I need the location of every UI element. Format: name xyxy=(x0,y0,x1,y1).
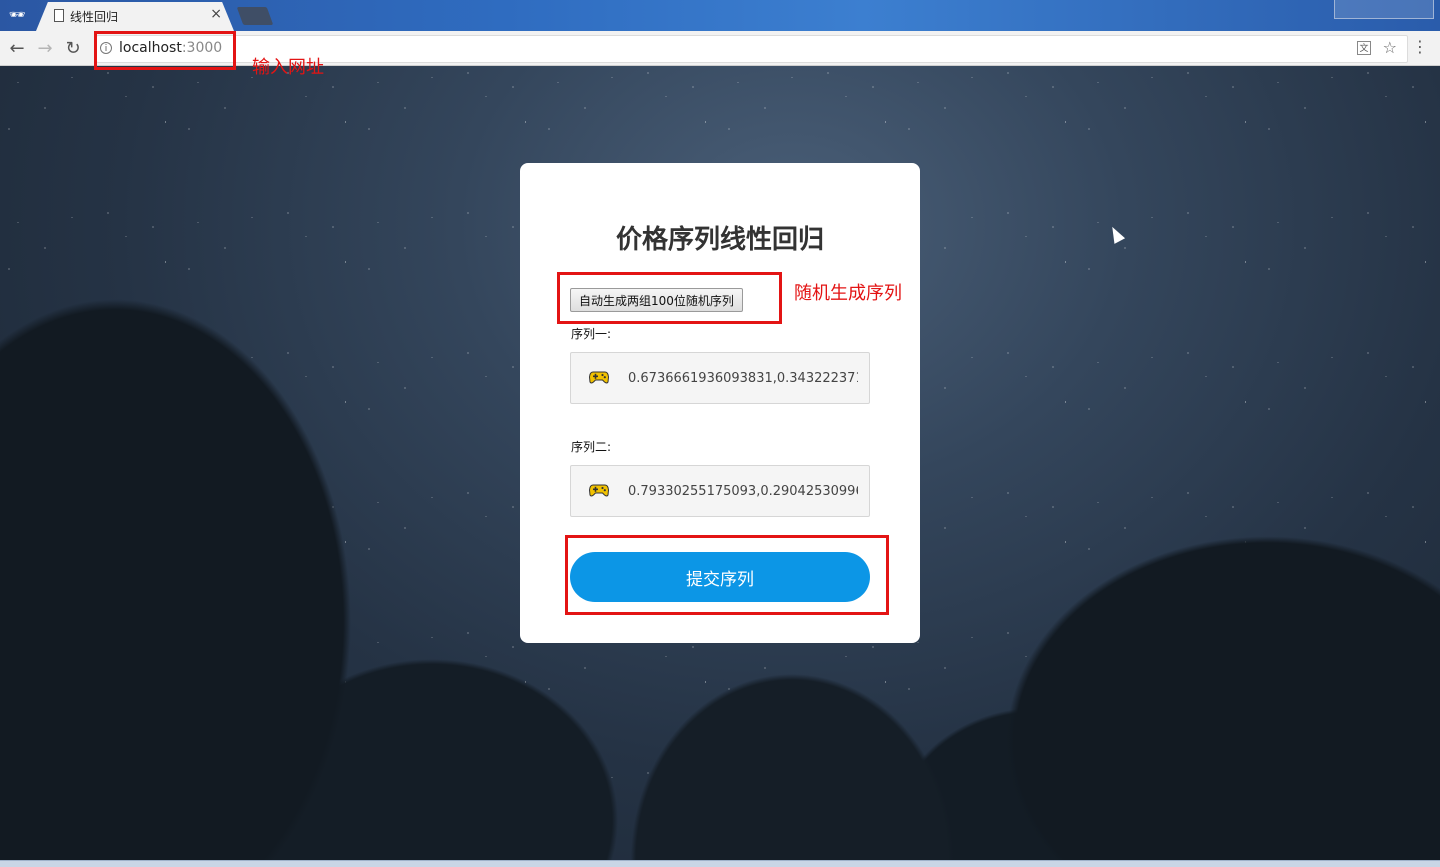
sequence1-field[interactable] xyxy=(570,352,870,404)
generate-highlight-box xyxy=(557,272,782,324)
forward-icon[interactable]: → xyxy=(34,37,56,59)
bookmark-star-icon[interactable]: ☆ xyxy=(1383,38,1397,57)
page-title: 价格序列线性回归 xyxy=(615,225,824,255)
gamepad-icon xyxy=(589,371,609,384)
tab-title: 线性回归 xyxy=(70,10,119,24)
incognito-icon: 🕶 xyxy=(8,7,26,23)
page-icon xyxy=(54,9,64,22)
url-annotation: 输入网址 xyxy=(252,57,324,78)
tab-strip: 🕶 线性回归 × xyxy=(0,0,1440,31)
translate-icon[interactable]: 文 xyxy=(1357,41,1371,55)
browser-menu-icon[interactable]: ⋮ xyxy=(1412,39,1428,55)
sequence2-field[interactable] xyxy=(570,465,870,517)
close-tab-icon[interactable]: × xyxy=(210,6,222,22)
sequence1-label: 序列一: xyxy=(571,327,612,341)
window-controls[interactable] xyxy=(1334,0,1434,19)
submit-highlight-box xyxy=(565,535,889,615)
back-icon[interactable]: ← xyxy=(6,37,28,59)
reload-icon[interactable]: ↻ xyxy=(62,37,84,59)
sequence2-label: 序列二: xyxy=(571,440,612,454)
sequence2-input[interactable] xyxy=(628,480,858,502)
new-tab-button[interactable] xyxy=(236,7,274,25)
generate-annotation: 随机生成序列 xyxy=(794,283,902,304)
browser-tab[interactable]: 线性回归 × xyxy=(36,2,234,31)
sequence1-input[interactable] xyxy=(628,367,858,389)
gamepad-icon xyxy=(589,484,609,497)
url-highlight-box xyxy=(94,31,236,70)
